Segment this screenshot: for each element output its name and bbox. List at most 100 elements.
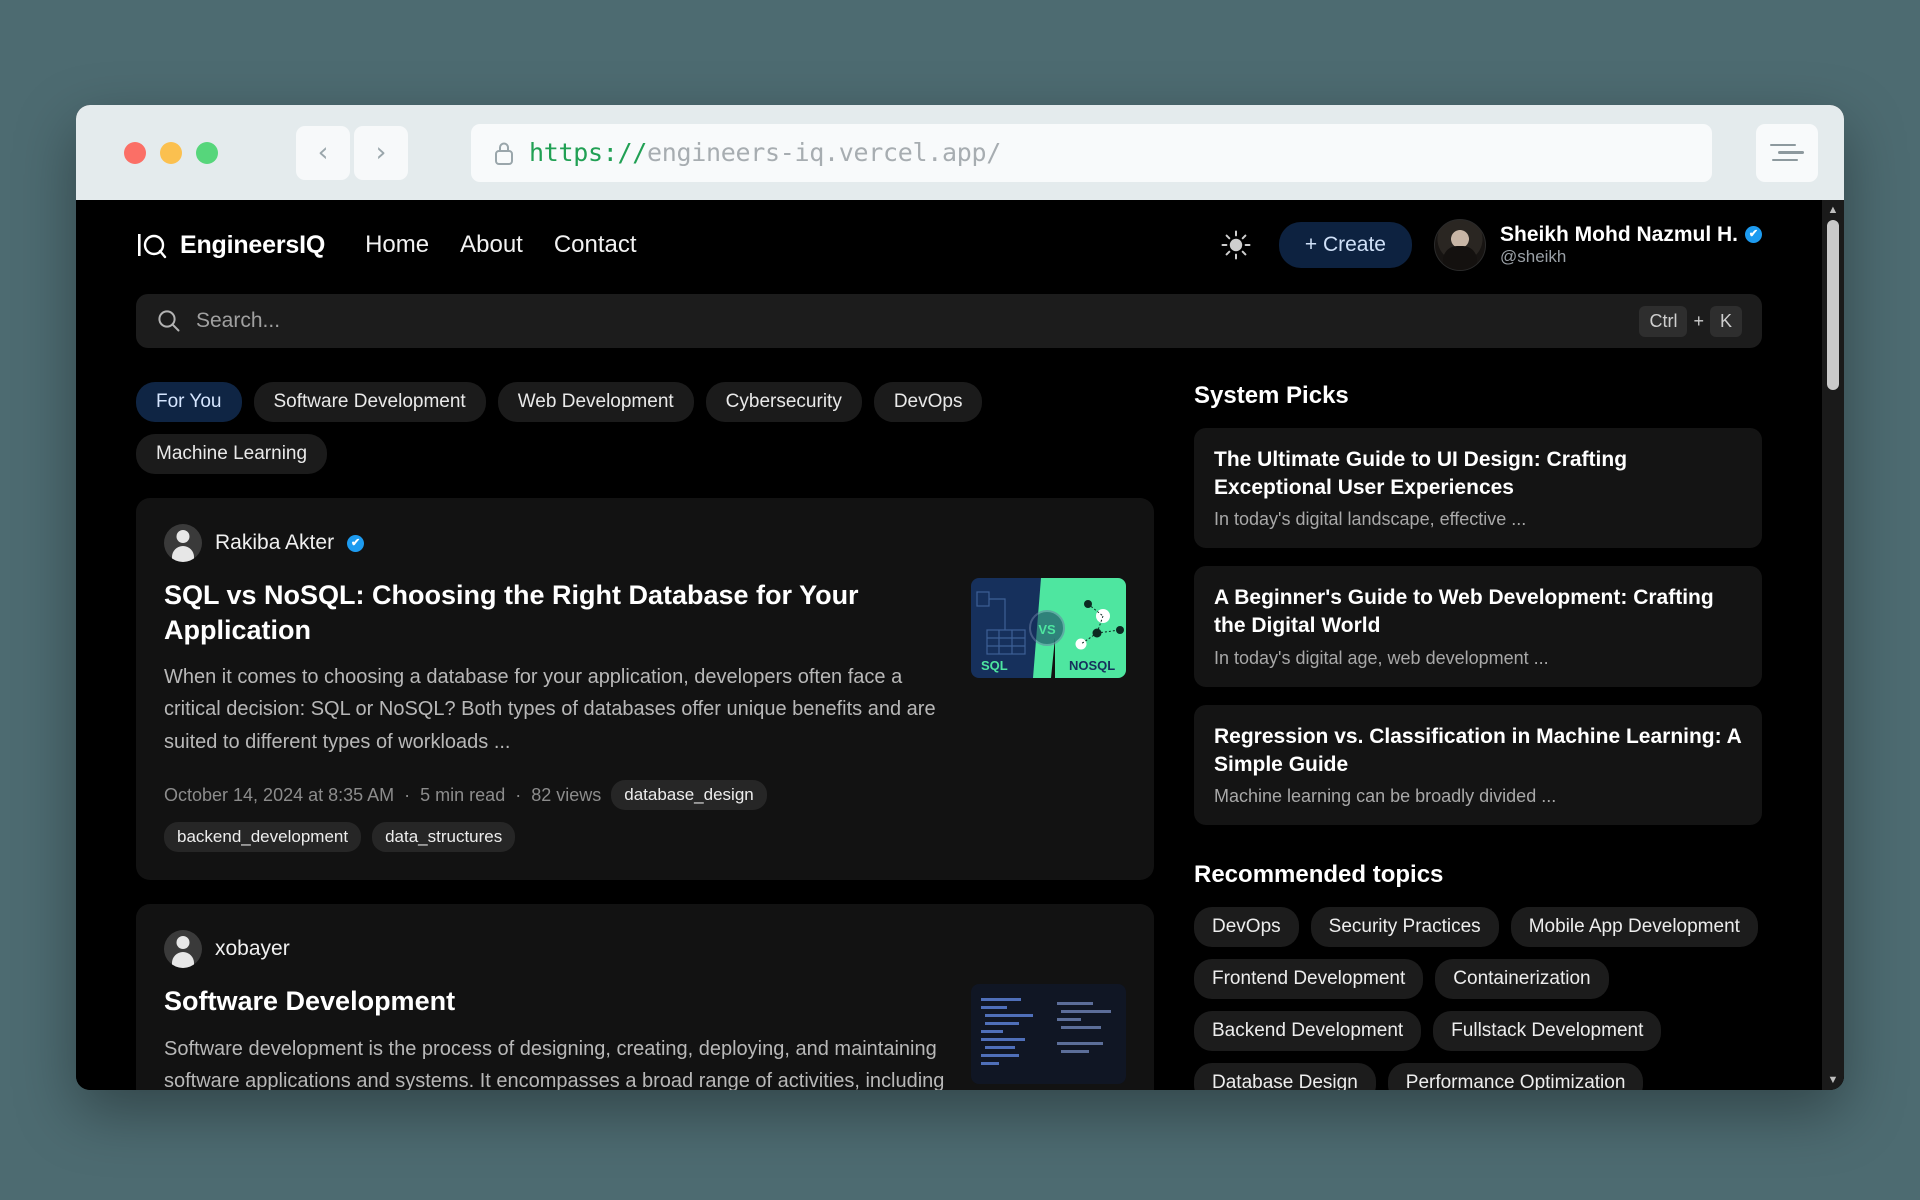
minimize-window-button[interactable] bbox=[160, 141, 182, 164]
article-read-time: 5 min read bbox=[420, 784, 506, 805]
user-meta: Sheikh Mohd Nazmul H. ✔ @sheikh bbox=[1500, 223, 1762, 268]
article-text: Software Development Software developmen… bbox=[164, 984, 945, 1090]
search-bar[interactable]: Ctrl + K bbox=[136, 294, 1762, 348]
article-card[interactable]: xobayer Software Development Software de… bbox=[136, 904, 1154, 1090]
lock-icon bbox=[495, 142, 513, 165]
article-author-row[interactable]: Rakiba Akter ✔ bbox=[164, 524, 1126, 562]
system-pick-card[interactable]: A Beginner's Guide to Web Development: C… bbox=[1194, 566, 1762, 687]
article-tag[interactable]: backend_development bbox=[164, 822, 362, 853]
search-shortcut-hint: Ctrl + K bbox=[1639, 305, 1742, 337]
page-content: EngineersIQ Home About Contact + Create … bbox=[76, 200, 1822, 1090]
maximize-window-button[interactable] bbox=[196, 141, 218, 164]
avatar bbox=[164, 524, 202, 562]
category-tabs[interactable]: For You Software Development Web Develop… bbox=[136, 382, 1154, 474]
forward-button[interactable]: › bbox=[354, 125, 408, 180]
topic-pill-containerization[interactable]: Containerization bbox=[1435, 959, 1609, 1000]
system-pick-title: The Ultimate Guide to UI Design: Craftin… bbox=[1214, 448, 1628, 499]
recommended-topics-title: Recommended topics bbox=[1194, 861, 1444, 889]
article-tag-primary[interactable]: database_design bbox=[611, 780, 767, 811]
feed-column: For You Software Development Web Develop… bbox=[136, 382, 1154, 1090]
article-meta-row: October 14, 2024 at 8:35 AM · 5 min read… bbox=[164, 780, 1126, 811]
nav-item-home[interactable]: Home bbox=[365, 231, 429, 259]
svg-text:VS: VS bbox=[1038, 622, 1056, 637]
url-text: https://engineers-iq.vercel.app/ bbox=[529, 138, 1001, 167]
system-pick-card[interactable]: Regression vs. Classification in Machine… bbox=[1194, 704, 1762, 826]
content-columns: For You Software Development Web Develop… bbox=[136, 382, 1762, 1090]
article-excerpt: When it comes to choosing a database for… bbox=[164, 666, 936, 753]
verified-badge-icon: ✔ bbox=[1745, 226, 1762, 244]
chevron-left-icon: ‹ bbox=[317, 137, 329, 168]
article-author-name: xobayer bbox=[215, 937, 290, 961]
site-header: EngineersIQ Home About Contact + Create … bbox=[136, 200, 1762, 282]
topic-pill-devops[interactable]: DevOps bbox=[1194, 907, 1299, 948]
search-input[interactable] bbox=[196, 309, 1626, 333]
sliders-icon-line-3 bbox=[1772, 158, 1798, 162]
sliders-icon-line-2 bbox=[1778, 151, 1804, 154]
scroll-up-arrow-icon[interactable]: ▲ bbox=[1822, 200, 1844, 220]
sidebar-column: System Picks The Ultimate Guide to UI De… bbox=[1194, 382, 1762, 1090]
article-views: 82 views bbox=[531, 784, 602, 805]
close-window-button[interactable] bbox=[124, 141, 146, 164]
article-excerpt: Software development is the process of d… bbox=[164, 1037, 945, 1090]
article-thumbnail bbox=[971, 984, 1126, 1085]
back-button[interactable]: ‹ bbox=[296, 125, 350, 180]
recommended-topics-list[interactable]: DevOps Security Practices Mobile App Dev… bbox=[1194, 907, 1762, 1090]
article-text: SQL vs NoSQL: Choosing the Right Databas… bbox=[164, 578, 945, 758]
window-controls[interactable] bbox=[102, 141, 244, 164]
article-author-name: Rakiba Akter bbox=[215, 531, 335, 554]
article-card[interactable]: Rakiba Akter ✔ SQL vs NoSQL: Choosing th… bbox=[136, 498, 1154, 881]
scrollbar-thumb[interactable] bbox=[1827, 220, 1839, 390]
header-actions: + Create Sheikh Mohd Nazmul H. ✔ @sheikh bbox=[1215, 219, 1762, 271]
user-handle: @sheikh bbox=[1499, 247, 1567, 267]
topic-pill-backend-development[interactable]: Backend Development bbox=[1194, 1011, 1422, 1052]
browser-window: ‹ › https://engineers-iq.vercel.app/ Eng… bbox=[76, 105, 1844, 1090]
user-profile-chip[interactable]: Sheikh Mohd Nazmul H. ✔ @sheikh bbox=[1433, 219, 1762, 271]
nav-item-contact[interactable]: Contact bbox=[554, 231, 637, 259]
tab-machine-learning[interactable]: Machine Learning bbox=[136, 434, 328, 474]
topic-pill-fullstack-development[interactable]: Fullstack Development bbox=[1433, 1011, 1662, 1052]
topic-pill-mobile-app-development[interactable]: Mobile App Development bbox=[1510, 907, 1758, 948]
avatar[interactable] bbox=[1433, 219, 1486, 271]
system-pick-card[interactable]: The Ultimate Guide to UI Design: Craftin… bbox=[1194, 428, 1762, 549]
navigation-buttons[interactable]: ‹ › bbox=[296, 125, 408, 180]
article-thumbnail: VS SQL NOSQL bbox=[971, 578, 1126, 678]
tab-software-development[interactable]: Software Development bbox=[253, 382, 486, 422]
logo[interactable]: EngineersIQ bbox=[136, 230, 325, 260]
article-tags-row: backend_development data_structures bbox=[164, 822, 1126, 853]
url-scheme: https:// bbox=[529, 138, 648, 167]
svg-text:NOSQL: NOSQL bbox=[1069, 658, 1115, 673]
article-date: October 14, 2024 at 8:35 AM bbox=[164, 784, 395, 805]
svg-text:SQL: SQL bbox=[981, 658, 1008, 673]
topic-pill-frontend-development[interactable]: Frontend Development bbox=[1194, 959, 1424, 1000]
system-pick-title: Regression vs. Classification in Machine… bbox=[1214, 724, 1742, 776]
create-button[interactable]: + Create bbox=[1278, 222, 1412, 268]
logo-text: EngineersIQ bbox=[180, 230, 326, 259]
tab-web-development[interactable]: Web Development bbox=[497, 382, 694, 422]
topic-pill-database-design[interactable]: Database Design bbox=[1194, 1063, 1376, 1090]
article-title[interactable]: SQL vs NoSQL: Choosing the Right Databas… bbox=[164, 578, 945, 647]
browser-toolbar: ‹ › https://engineers-iq.vercel.app/ bbox=[76, 105, 1844, 200]
main-navigation[interactable]: Home About Contact bbox=[365, 231, 636, 259]
search-icon bbox=[158, 310, 180, 332]
engineersiq-logo-icon bbox=[136, 230, 170, 260]
tab-devops[interactable]: DevOps bbox=[873, 382, 983, 422]
user-name-row: Sheikh Mohd Nazmul H. ✔ bbox=[1500, 223, 1762, 248]
nav-item-about[interactable]: About bbox=[460, 231, 523, 259]
page-viewport: EngineersIQ Home About Contact + Create … bbox=[76, 200, 1844, 1090]
meta-separator: · bbox=[404, 784, 411, 805]
meta-separator: · bbox=[515, 784, 522, 805]
article-author-row[interactable]: xobayer bbox=[164, 930, 1126, 969]
system-picks-title: System Picks bbox=[1194, 382, 1349, 409]
topic-pill-security-practices[interactable]: Security Practices bbox=[1310, 907, 1499, 948]
browser-menu-button[interactable] bbox=[1756, 123, 1818, 182]
theme-toggle-button[interactable] bbox=[1215, 224, 1257, 266]
article-title[interactable]: Software Development bbox=[164, 984, 945, 1019]
article-tag[interactable]: data_structures bbox=[372, 822, 516, 853]
page-scrollbar[interactable]: ▲ ▼ bbox=[1822, 200, 1844, 1090]
tab-cybersecurity[interactable]: Cybersecurity bbox=[705, 382, 862, 422]
kbd-ctrl: Ctrl bbox=[1639, 305, 1688, 337]
address-bar[interactable]: https://engineers-iq.vercel.app/ bbox=[471, 123, 1712, 182]
scroll-down-arrow-icon[interactable]: ▼ bbox=[1822, 1070, 1844, 1090]
tab-for-you[interactable]: For You bbox=[136, 382, 242, 422]
topic-pill-performance-optimization[interactable]: Performance Optimization bbox=[1387, 1063, 1644, 1090]
